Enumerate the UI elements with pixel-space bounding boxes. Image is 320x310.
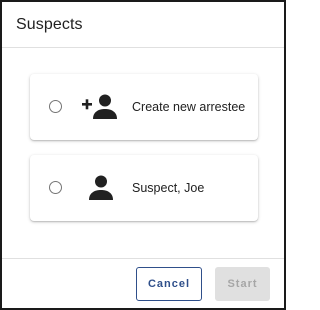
person-icon xyxy=(82,173,120,203)
start-button[interactable]: Start xyxy=(215,267,270,301)
footer-divider xyxy=(2,258,284,259)
suspects-dialog: Suspects Create new arrestee Suspect, Jo… xyxy=(0,0,286,310)
option-create-new-arrestee[interactable]: Create new arrestee xyxy=(30,74,258,140)
option-label: Create new arrestee xyxy=(132,100,246,114)
person-add-icon xyxy=(82,92,120,122)
cancel-button[interactable]: Cancel xyxy=(136,267,202,301)
header-divider xyxy=(2,47,284,48)
radio-button[interactable] xyxy=(49,181,62,194)
dialog-title: Suspects xyxy=(16,16,83,33)
option-suspect-joe[interactable]: Suspect, Joe xyxy=(30,155,258,221)
radio-button[interactable] xyxy=(49,100,62,113)
option-label: Suspect, Joe xyxy=(132,181,205,195)
